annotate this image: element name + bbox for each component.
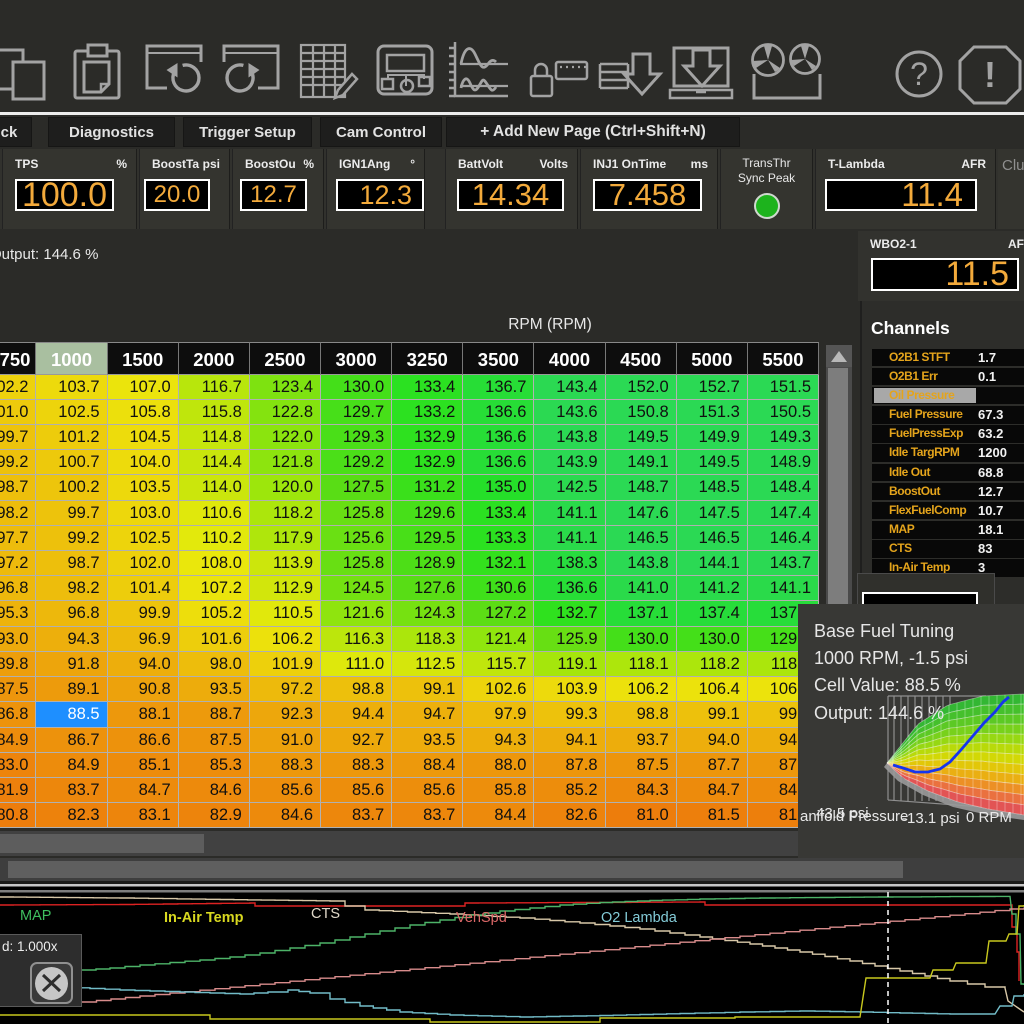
svg-text:anifold Pressure: anifold Pressure [800, 808, 908, 825]
svg-text:0 RPM: 0 RPM [966, 809, 1012, 826]
svg-text:MAP: MAP [20, 908, 51, 924]
svg-text:CTS: CTS [311, 906, 340, 922]
svg-text:O2 Lambda: O2 Lambda [601, 910, 678, 926]
svg-text:?: ? [910, 56, 928, 92]
svg-text:In-Air Temp: In-Air Temp [164, 910, 244, 926]
svg-text:VehSpd: VehSpd [456, 910, 507, 926]
svg-text:!: ! [984, 54, 996, 95]
svg-text:-13.1 psi: -13.1 psi [902, 810, 960, 827]
